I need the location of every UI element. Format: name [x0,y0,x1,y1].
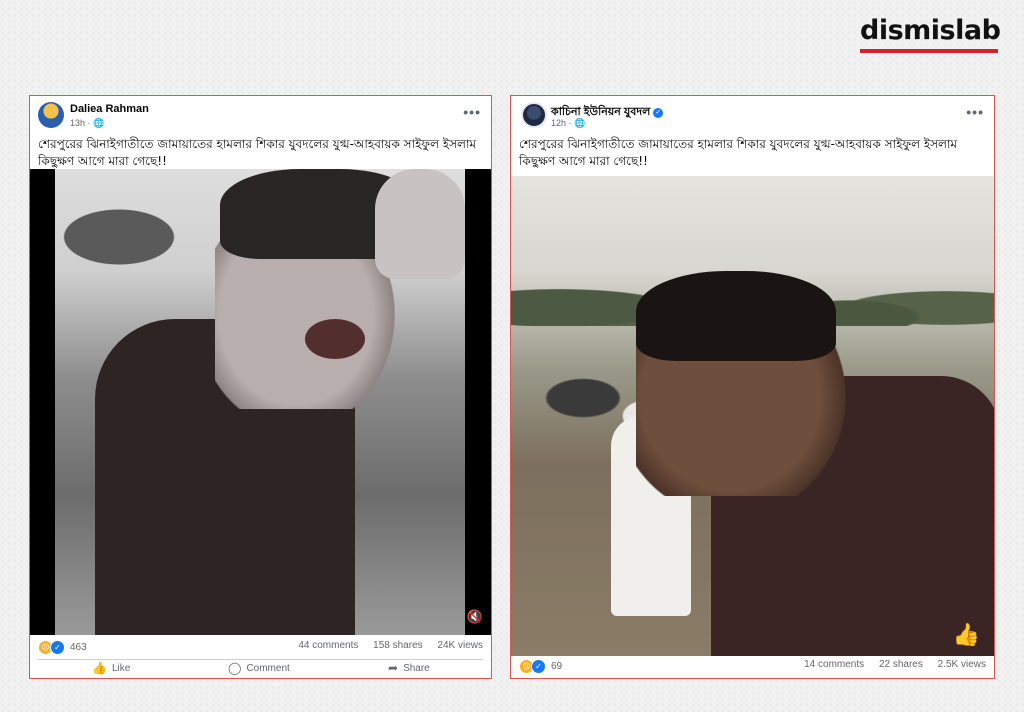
post-actions: 👍 Like ◯ Comment ➦ Share [30,661,491,679]
avatar[interactable] [38,102,64,128]
verified-badge-icon: ✓ [653,108,664,118]
share-button[interactable]: ➦ Share [388,661,430,675]
reaction-count: 69 [551,661,563,672]
divider [38,659,483,660]
shares-count[interactable]: 158 shares [373,640,422,651]
comment-icon: ◯ [228,661,242,675]
video-frame [511,176,994,656]
logo-underline [860,49,998,53]
volume-icon[interactable]: 🔇 [467,609,483,625]
dismislab-logo: dismislab [860,15,1001,53]
facebook-post-daliea-rahman: Daliea Rahman 13h · 🌐 ••• শেরপুরের ঝিনাই… [29,95,492,679]
share-label: Share [403,662,430,674]
views-count: 2.5K views [937,659,986,670]
more-options-icon[interactable]: ••• [463,104,481,120]
post-stats: ☹ ✓ 69 14 comments 22 shares 2.5K views [519,659,986,675]
post-video[interactable]: 👍 [511,176,994,656]
post-header: Daliea Rahman 13h · 🌐 ••• [30,96,491,136]
like-button[interactable]: 👍 Like [92,661,130,675]
author-name-text: কাচিনা ইউনিয়ন যুবদল [551,106,651,118]
post-video[interactable]: 🔇 [30,169,491,635]
man-hand [375,169,465,279]
post-caption: শেরপুরের ঝিনাইগাতীতে জামায়াতের হামলার শ… [38,137,477,168]
reaction-count: 463 [70,642,87,653]
post-time[interactable]: 13h [70,118,85,128]
comments-count[interactable]: 44 comments [298,640,358,651]
post-caption: শেরপুরের ঝিনাইগাতীতে জামায়াতের হামলার শ… [519,137,958,168]
engagement-counts: 44 comments 158 shares 24K views [286,640,483,651]
post-meta: 12h · 🌐 [551,118,586,128]
post-stats: ☹ ✓ 463 44 comments 158 shares 24K views [38,640,483,656]
shares-count[interactable]: 22 shares [879,659,923,670]
thumbs-up-icon: 👍 [92,661,107,675]
comment-label: Comment [246,662,290,674]
man-hair [636,271,836,361]
thumbs-up-overlay-icon: 👍 [952,622,980,647]
post-header: কাচিনা ইউনিয়ন যুবদল ✓ 12h · 🌐 ••• [511,96,994,136]
facebook-post-kachina-union-jubodal: কাচিনা ইউনিয়ন যুবদল ✓ 12h · 🌐 ••• শেরপুর… [510,95,995,679]
share-icon: ➦ [388,661,399,675]
reactions[interactable]: ☹ ✓ 463 [38,640,87,655]
video-frame [55,169,465,635]
post-meta: 13h · 🌐 [70,118,105,128]
comment-button[interactable]: ◯ Comment [228,661,290,675]
more-options-icon[interactable]: ••• [966,104,984,120]
blood-stain [305,319,365,359]
globe-icon: 🌐 [93,118,105,128]
engagement-counts: 14 comments 22 shares 2.5K views [792,659,986,670]
logo-text: dismislab [860,15,1001,46]
avatar[interactable] [521,102,547,128]
like-reaction-icon: ✓ [50,640,65,655]
author-name[interactable]: Daliea Rahman [70,103,149,115]
like-reaction-icon: ✓ [531,659,546,674]
globe-icon: 🌐 [574,118,586,128]
views-count: 24K views [437,640,483,651]
reactions[interactable]: ☹ ✓ 69 [519,659,562,674]
background-trees [55,189,215,269]
like-label: Like [111,662,131,674]
comments-count[interactable]: 14 comments [804,659,864,670]
post-time[interactable]: 12h [551,118,566,128]
